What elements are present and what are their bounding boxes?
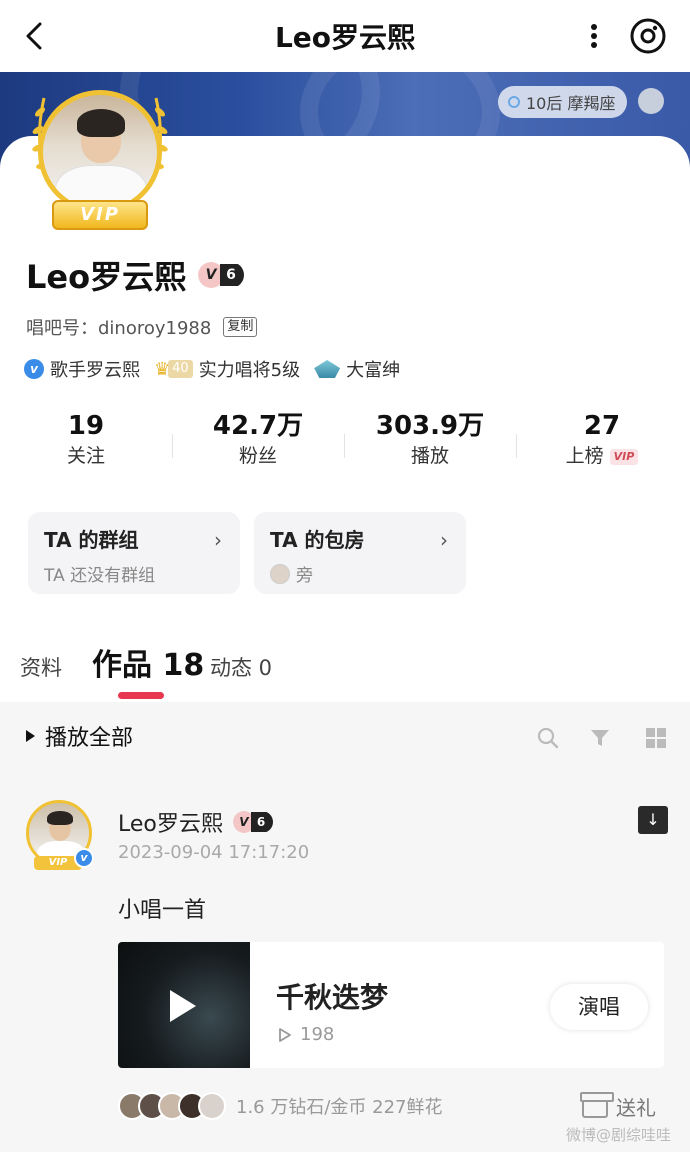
singer-rank-tag[interactable]: ♛ 40 实力唱将5级 [154,356,300,382]
vip-mini-badge: VIP [609,448,639,465]
vip-ribbon: VIP [52,200,148,230]
watermark: 微博@剧综哇哇 [566,1126,672,1144]
verified-tag[interactable]: v 歌手罗云熙 [24,356,140,382]
sing-button[interactable]: 演唱 [550,984,648,1030]
play-icon [170,990,196,1022]
user-id-text: 唱吧号：dinoroy1988 [26,318,212,339]
social-boxes: TA 的群组 TA 还没有群组 › TA 的包房 旁 › [28,512,466,594]
name-row: Leo罗云熙 V 6 [26,252,244,298]
verified-icon: v [74,848,94,868]
send-gift-button[interactable]: 送礼 [580,1091,656,1121]
camera-icon[interactable] [628,16,668,56]
gender-icon [508,96,520,108]
tab-info[interactable]: 资料 [20,652,62,682]
gift-icon [580,1091,614,1118]
avatar [38,90,162,214]
play-all-button[interactable]: 播放全部 [26,720,133,752]
more-vertical-icon[interactable] [580,20,608,52]
active-tab-indicator [118,692,164,699]
visitor-avatar[interactable] [638,88,664,114]
filter-icon[interactable] [588,726,612,750]
post-author-row: Leo罗云熙 V 6 [118,806,274,838]
tab-works[interactable]: 作品 18 [92,640,204,684]
tab-feed[interactable]: 动态 0 [210,652,272,682]
verified-icon: v [24,359,44,379]
download-icon[interactable]: ↓ [638,806,668,834]
tags-row: v 歌手罗云熙 ♛ 40 实力唱将5级 大富绅 [24,356,400,382]
stat-charts[interactable]: 27 上榜 VIP [516,410,688,470]
wealth-tag[interactable]: 大富绅 [314,356,400,382]
stats-row: 19 关注 42.7万 粉丝 303.9万 播放 27 上榜 VIP [0,410,690,480]
group-box[interactable]: TA 的群组 TA 还没有群组 › [28,512,240,594]
gifter-avatar [198,1092,226,1120]
user-id-row: 唱吧号：dinoroy1988 复制 [26,314,258,340]
chevron-right-icon: › [440,528,448,552]
gift-summary-row[interactable]: 1.6 万钻石/金币 227鲜花 [118,1092,443,1120]
top-bar: Leo罗云熙 [0,0,690,72]
profile-tabs: 资料 作品 18 动态 0 [0,624,690,702]
grid-view-icon[interactable] [644,726,668,750]
song-title: 千秋迭梦 [276,981,389,1014]
copy-id-button[interactable]: 复制 [223,317,258,337]
profile-name: Leo罗云熙 [26,258,187,296]
diamond-icon [314,360,341,378]
post-author-name[interactable]: Leo罗云熙 [118,806,223,838]
play-icon [26,730,35,742]
song-card[interactable]: 千秋迭梦 198 演唱 [118,942,664,1068]
post-timestamp: 2023-09-04 17:17:20 [118,842,310,863]
play-count-icon [279,1027,291,1042]
level-badge: V 6 [232,811,274,833]
post-caption: 小唱一首 [118,898,207,923]
zodiac-badge: 10后 摩羯座 [498,86,628,118]
song-cover[interactable] [118,942,250,1068]
stat-following[interactable]: 19 关注 [0,410,172,470]
song-play-count: 198 [278,1024,334,1045]
stat-fans[interactable]: 42.7万 粉丝 [172,410,344,470]
room-avatar [270,563,290,584]
search-icon[interactable] [536,726,560,750]
profile-avatar-frame[interactable]: VIP [30,86,170,236]
room-box[interactable]: TA 的包房 旁 › [254,512,466,594]
gift-stats: 1.6 万钻石/金币 227鲜花 [236,1097,443,1118]
crown-icon: ♛ 40 [154,358,193,380]
stat-plays[interactable]: 303.9万 播放 [344,410,516,470]
level-badge[interactable]: V 6 [198,262,244,288]
chevron-right-icon: › [214,528,222,552]
